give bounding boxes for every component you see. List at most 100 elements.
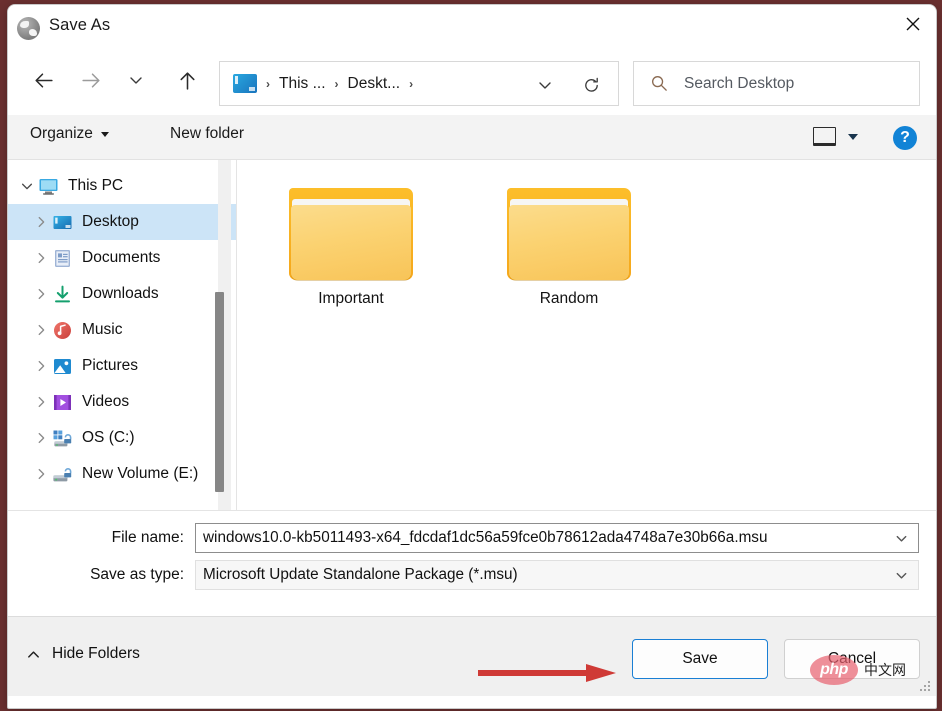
refresh-icon — [584, 77, 598, 92]
organize-button[interactable]: Organize — [30, 125, 109, 143]
save-as-type-dropdown-button[interactable] — [884, 561, 918, 589]
chevron-down-icon — [896, 572, 906, 579]
file-item-important[interactable]: Important — [267, 182, 435, 308]
file-name-input[interactable]: windows10.0-kb5011493-x64_fdcdaf1dc56a59… — [195, 523, 919, 553]
hide-folders-button[interactable]: Hide Folders — [26, 645, 140, 663]
folder-icon — [289, 182, 413, 280]
sidebar-item-desktop[interactable]: Desktop — [8, 204, 236, 240]
sidebar-item-label: Desktop — [82, 213, 139, 230]
save-as-type-select[interactable]: Microsoft Update Standalone Package (*.m… — [195, 560, 919, 590]
refresh-button[interactable] — [578, 73, 604, 97]
watermark-text: 中文网 — [864, 662, 906, 678]
chevron-right-icon[interactable] — [30, 395, 52, 409]
title-bar: Save As — [8, 5, 936, 52]
file-list-pane[interactable]: Important Random — [237, 160, 936, 510]
documents-icon — [52, 248, 73, 269]
save-button[interactable]: Save — [632, 639, 768, 679]
sidebar-item-label: Downloads — [82, 285, 159, 302]
drive-icon — [52, 464, 73, 485]
sidebar-item-label: OS (C:) — [82, 429, 135, 446]
red-arrow-icon — [478, 664, 616, 682]
sidebar-item-this-pc[interactable]: This PC — [8, 168, 236, 204]
breadcrumb-item-this-pc[interactable]: This ... — [279, 75, 326, 93]
file-item-label: Important — [318, 290, 384, 307]
chevron-down-icon[interactable] — [16, 179, 38, 193]
dialog-body: This PC Desktop Documents Downloads Musi… — [8, 160, 936, 510]
chevron-right-icon[interactable] — [30, 323, 52, 337]
downloads-icon — [52, 284, 73, 305]
resize-grip-icon[interactable] — [920, 681, 931, 692]
help-icon[interactable]: ? — [893, 126, 917, 150]
sidebar-scrollbar[interactable] — [215, 160, 231, 510]
search-placeholder: Search Desktop — [684, 74, 795, 92]
screenshot-root: Save As › This ... › Deskt... › Search D… — [0, 0, 942, 711]
monitor-icon — [38, 176, 59, 197]
sidebar-item-label: Videos — [82, 393, 130, 410]
new-folder-button[interactable]: New folder — [170, 125, 244, 143]
window-title: Save As — [49, 16, 111, 34]
view-options-caret-icon[interactable] — [848, 134, 858, 140]
navigation-pane: This PC Desktop Documents Downloads Musi… — [8, 160, 237, 510]
sidebar-item-music[interactable]: Music — [8, 312, 236, 348]
chevron-up-icon — [28, 650, 39, 658]
sidebar-item-label: Documents — [82, 249, 161, 266]
view-layout-icon[interactable] — [813, 127, 836, 146]
close-icon — [906, 17, 920, 31]
recent-locations-button[interactable] — [116, 60, 156, 100]
os-drive-icon — [52, 428, 73, 449]
save-as-type-label: Save as type: — [90, 566, 184, 583]
chevron-right-icon[interactable] — [30, 467, 52, 481]
sidebar-item-os-c[interactable]: OS (C:) — [8, 420, 236, 456]
sidebar-item-pictures[interactable]: Pictures — [8, 348, 236, 384]
forward-button[interactable] — [71, 60, 111, 100]
file-name-dropdown-button[interactable] — [884, 524, 918, 552]
file-name-label: File name: — [111, 529, 184, 546]
file-item-random[interactable]: Random — [485, 182, 653, 308]
sidebar-item-documents[interactable]: Documents — [8, 240, 236, 276]
chevron-right-icon[interactable] — [30, 359, 52, 373]
file-name-row: File name: windows10.0-kb5011493-x64_fdc… — [8, 523, 936, 553]
arrow-left-icon — [34, 72, 53, 88]
caret-down-icon — [100, 131, 109, 137]
chevron-right-icon[interactable] — [30, 215, 52, 229]
breadcrumb-separator: › — [409, 76, 414, 91]
file-name-value: windows10.0-kb5011493-x64_fdcdaf1dc56a59… — [203, 529, 768, 546]
close-button[interactable] — [890, 5, 936, 43]
sidebar-item-new-volume-e[interactable]: New Volume (E:) — [8, 456, 236, 492]
breadcrumb-item-desktop[interactable]: Deskt... — [348, 75, 401, 93]
arrow-up-icon — [179, 71, 195, 90]
arrow-right-icon — [81, 72, 100, 88]
sidebar-item-label: Pictures — [82, 357, 138, 374]
dialog-footer: Hide Folders Save Cancel — [8, 616, 936, 696]
breadcrumb-dropdown-button[interactable] — [530, 74, 560, 96]
chevron-down-icon — [130, 77, 142, 84]
search-input[interactable]: Search Desktop — [633, 61, 920, 106]
sidebar-item-label: New Volume (E:) — [82, 465, 199, 482]
save-as-dialog: Save As › This ... › Deskt... › Search D… — [7, 4, 937, 709]
up-button[interactable] — [167, 60, 207, 100]
chevron-right-icon[interactable] — [30, 251, 52, 265]
search-icon — [651, 75, 667, 91]
chevron-right-icon[interactable] — [30, 431, 52, 445]
chevron-down-icon — [539, 82, 551, 89]
sidebar-scrollbar-thumb[interactable] — [215, 292, 224, 492]
save-as-type-value: Microsoft Update Standalone Package (*.m… — [203, 566, 518, 583]
videos-icon — [52, 392, 73, 413]
back-button[interactable] — [23, 60, 63, 100]
sidebar-item-label: This PC — [68, 177, 124, 194]
breadcrumb-separator: › — [334, 76, 339, 91]
music-icon — [52, 320, 73, 341]
breadcrumb[interactable]: › This ... › Deskt... › — [219, 61, 619, 106]
pictures-icon — [52, 356, 73, 377]
save-form: File name: windows10.0-kb5011493-x64_fdc… — [8, 510, 936, 616]
sidebar-item-downloads[interactable]: Downloads — [8, 276, 236, 312]
desktop-icon — [52, 212, 73, 233]
organize-label: Organize — [30, 125, 93, 142]
file-item-label: Random — [539, 290, 599, 307]
folder-icon — [507, 182, 631, 280]
watermark-badge: php — [810, 655, 858, 685]
globe-icon — [17, 17, 40, 40]
chevron-right-icon[interactable] — [30, 287, 52, 301]
sidebar-item-label: Music — [82, 321, 123, 338]
sidebar-item-videos[interactable]: Videos — [8, 384, 236, 420]
